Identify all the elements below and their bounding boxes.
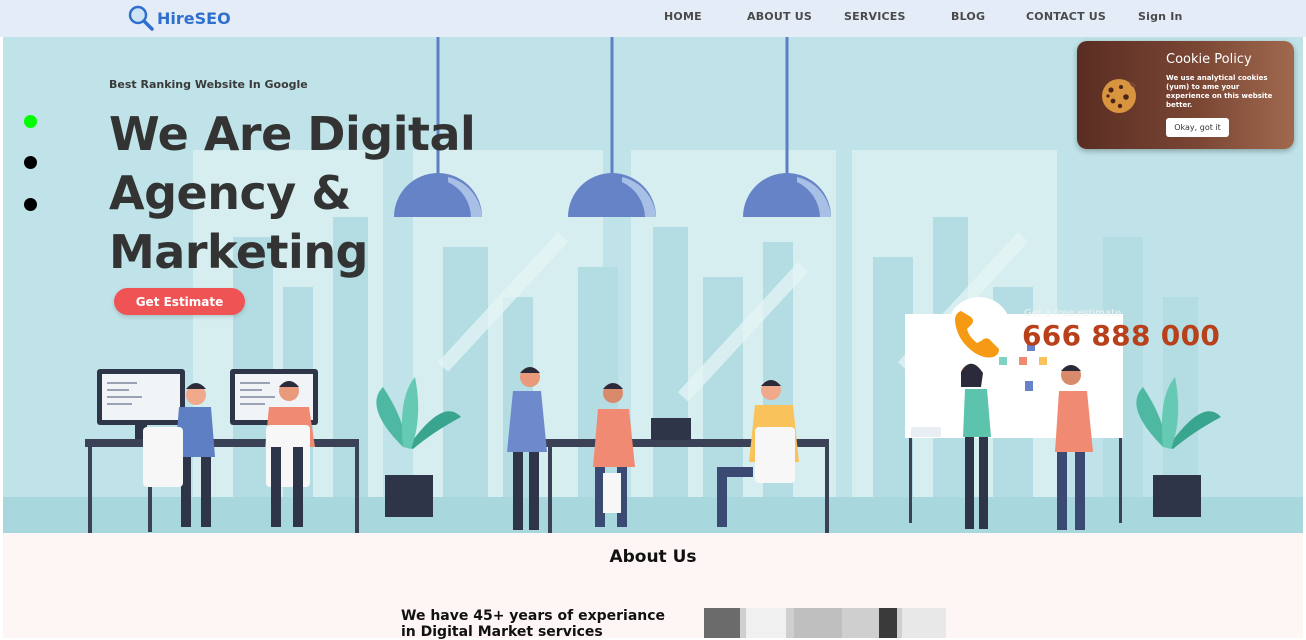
cookie-icon xyxy=(1102,79,1136,113)
about-image xyxy=(704,608,946,638)
nav-contact-us[interactable]: CONTACT US xyxy=(1026,10,1106,23)
free-estimate-label: Get a free estimate xyxy=(1024,308,1122,319)
about-section: About Us We have 45+ years of experiance… xyxy=(3,533,1303,640)
cookie-accept-button[interactable]: Okay, got it xyxy=(1166,118,1229,137)
about-text: We have 45+ years of experiance in Digit… xyxy=(401,608,666,640)
brand-logo[interactable]: HireSEO xyxy=(127,3,231,33)
slider-dot-3[interactable] xyxy=(24,198,37,211)
get-estimate-button[interactable]: Get Estimate xyxy=(114,288,245,315)
slider-dot-1[interactable] xyxy=(24,115,37,128)
nav-blog[interactable]: BLOG xyxy=(951,10,985,23)
top-navbar: HireSEO HOME ABOUT US SERVICES BLOG CONT… xyxy=(0,0,1306,37)
phone-number[interactable]: 666 888 000 xyxy=(1022,319,1220,352)
phone-icon xyxy=(955,311,999,358)
magnifier-icon xyxy=(128,5,154,31)
sign-in-link[interactable]: Sign In xyxy=(1138,10,1183,23)
headline-line-3: Marketing xyxy=(109,225,369,279)
brand-name: HireSEO xyxy=(157,8,231,28)
hero-tagline: Best Ranking Website In Google xyxy=(109,78,308,91)
slider-dot-2[interactable] xyxy=(24,156,37,169)
nav-services[interactable]: SERVICES xyxy=(844,10,906,23)
cookie-popup: Cookie Policy We use analytical cookies … xyxy=(1077,41,1294,149)
nav-about-us[interactable]: ABOUT US xyxy=(747,10,812,23)
hero-headline: We Are Digital Agency & Marketing xyxy=(109,105,529,282)
nav-home[interactable]: HOME xyxy=(664,10,702,23)
headline-line-1: We Are Digital xyxy=(109,107,476,161)
cookie-text: We use analytical cookies (yum) to ame y… xyxy=(1166,74,1273,109)
about-title: About Us xyxy=(609,547,697,567)
cookie-title: Cookie Policy xyxy=(1166,52,1252,67)
headline-line-2: Agency & xyxy=(109,166,351,220)
